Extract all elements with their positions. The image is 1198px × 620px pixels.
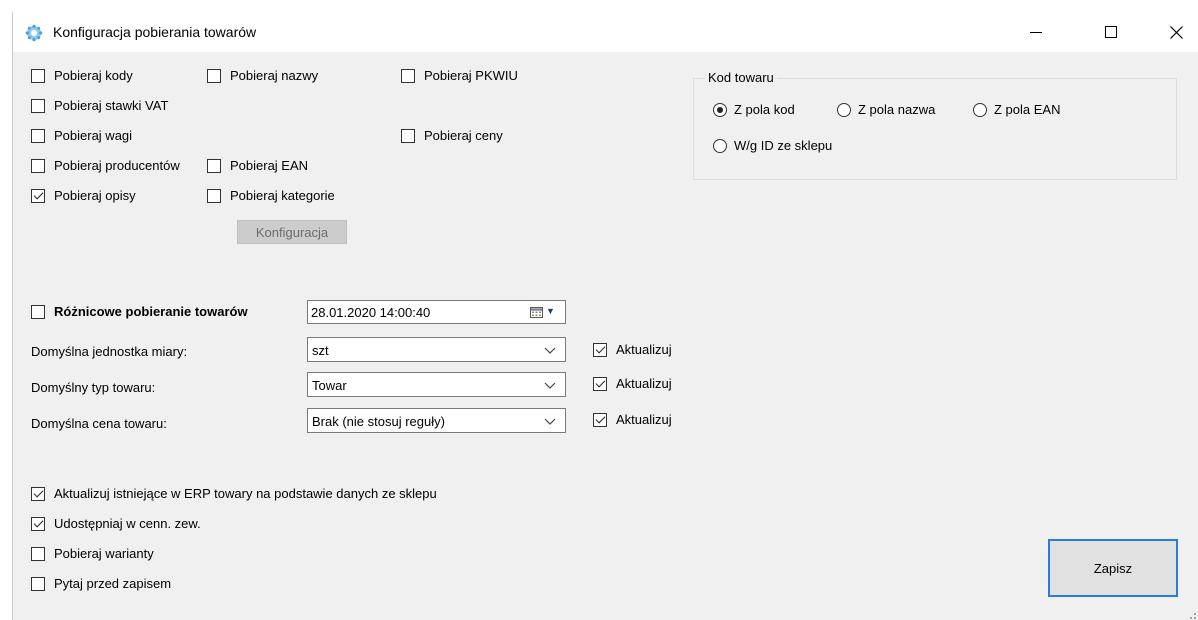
combo-value: szt: [312, 343, 329, 358]
save-button[interactable]: Zapisz: [1048, 539, 1178, 597]
checkbox-box[interactable]: [31, 486, 45, 501]
datetime-picker[interactable]: 28.01.2020 14:00:40 ▼: [307, 300, 566, 324]
close-icon: [1169, 25, 1183, 39]
chevron-down-icon[interactable]: [543, 414, 557, 428]
radio-label: W/g ID ze sklepu: [734, 138, 833, 153]
kod-towaru-group: [693, 78, 1177, 180]
minimize-button[interactable]: [1013, 12, 1059, 52]
checkbox-label: Różnicowe pobieranie towarów: [54, 304, 248, 319]
maximize-icon: [1105, 26, 1117, 38]
radio-label: Z pola nazwa: [858, 102, 936, 117]
radio-label: Z pola kod: [734, 102, 795, 117]
checkbox-pobieraj-opisy[interactable]: Pobieraj opisy: [31, 188, 136, 203]
checkbox-box[interactable]: [593, 376, 607, 391]
title-bar: Konfiguracja pobierania towarów: [13, 12, 1198, 52]
checkbox-pobieraj-kody[interactable]: Pobieraj kody: [31, 68, 133, 83]
checkbox-box[interactable]: [593, 342, 607, 357]
checkbox-box[interactable]: [31, 188, 45, 203]
checkbox-pytaj-przed-zapisem[interactable]: Pytaj przed zapisem: [31, 576, 171, 591]
close-button[interactable]: [1153, 12, 1198, 52]
checkbox-pobieraj-wagi[interactable]: Pobieraj wagi: [31, 128, 132, 143]
checkbox-box[interactable]: [401, 68, 415, 83]
checkbox-box[interactable]: [31, 68, 45, 83]
checkbox-pobieraj-kategorie[interactable]: Pobieraj kategorie: [207, 188, 335, 203]
checkbox-label: Pobieraj kategorie: [230, 188, 335, 203]
checkbox-label: Pobieraj PKWIU: [424, 68, 518, 83]
checkbox-pobieraj-nazwy[interactable]: Pobieraj nazwy: [207, 68, 318, 83]
checkbox-label: Pobieraj EAN: [230, 158, 309, 173]
radio-dot[interactable]: [973, 102, 987, 117]
radio-z-pola-kod[interactable]: Z pola kod: [713, 102, 795, 117]
checkbox-box[interactable]: [207, 68, 221, 83]
window-title: Konfiguracja pobierania towarów: [53, 24, 257, 40]
checkbox-box[interactable]: [207, 188, 221, 203]
calendar-icon[interactable]: [530, 306, 543, 318]
checkbox-pobieraj-stawki-vat[interactable]: Pobieraj stawki VAT: [31, 98, 168, 113]
checkbox-box[interactable]: [593, 412, 607, 427]
checkbox-label: Pobieraj stawki VAT: [54, 98, 169, 113]
checkbox-label: Pobieraj warianty: [54, 546, 154, 561]
checkbox-udostepniaj[interactable]: Udostępniaj w cenn. zew.: [31, 516, 201, 531]
label-domyslna-jednostka: Domyślna jednostka miary:: [31, 344, 188, 359]
radio-z-pola-nazwa[interactable]: Z pola nazwa: [837, 102, 935, 117]
maximize-button[interactable]: [1088, 12, 1134, 52]
checkbox-box[interactable]: [401, 128, 415, 143]
checkbox-aktualizuj-jednostka[interactable]: Aktualizuj: [593, 342, 672, 357]
app-gear-icon: [25, 24, 43, 42]
combo-typ-towaru[interactable]: Towar: [307, 372, 566, 397]
checkbox-label: Pobieraj opisy: [54, 188, 136, 203]
combo-cena-towaru[interactable]: Brak (nie stosuj reguły): [307, 408, 566, 433]
radio-label: Z pola EAN: [994, 102, 1061, 117]
radio-dot[interactable]: [713, 138, 727, 153]
radio-wg-id-ze-sklepu[interactable]: W/g ID ze sklepu: [713, 138, 832, 153]
datetime-value: 28.01.2020 14:00:40: [311, 305, 431, 320]
checkbox-box[interactable]: [31, 158, 45, 173]
label-domyslny-typ: Domyślny typ towaru:: [31, 380, 156, 395]
radio-dot[interactable]: [713, 102, 727, 117]
checkbox-label: Pobieraj kody: [54, 68, 133, 83]
combo-jednostka-miary[interactable]: szt: [307, 337, 566, 362]
checkbox-roznicowe-pobieranie[interactable]: Różnicowe pobieranie towarów: [31, 304, 248, 319]
dropdown-arrow-icon[interactable]: ▼: [546, 306, 555, 316]
checkbox-box[interactable]: [31, 304, 45, 319]
checkbox-box[interactable]: [31, 516, 45, 531]
chevron-down-icon[interactable]: [543, 378, 557, 392]
radio-dot[interactable]: [837, 102, 851, 117]
checkbox-label: Aktualizuj: [616, 342, 672, 357]
chevron-down-icon[interactable]: [543, 343, 557, 357]
configuration-button[interactable]: Konfiguracja: [237, 220, 347, 244]
checkbox-pobieraj-producentow[interactable]: Pobieraj producentów: [31, 158, 180, 173]
checkbox-label: Pobieraj producentów: [54, 158, 180, 173]
checkbox-label: Pobieraj wagi: [54, 128, 133, 143]
checkbox-box[interactable]: [31, 128, 45, 143]
checkbox-label: Udostępniaj w cenn. zew.: [54, 516, 201, 531]
checkbox-box[interactable]: [207, 158, 221, 173]
checkbox-label: Aktualizuj: [616, 412, 672, 427]
checkbox-box[interactable]: [31, 546, 45, 561]
checkbox-pobieraj-ean[interactable]: Pobieraj EAN: [207, 158, 308, 173]
checkbox-pobieraj-pkwiu[interactable]: Pobieraj PKWIU: [401, 68, 518, 83]
combo-value: Towar: [312, 378, 347, 393]
checkbox-aktualizuj-typ[interactable]: Aktualizuj: [593, 376, 672, 391]
minimize-icon: [1030, 31, 1042, 33]
checkbox-pobieraj-warianty[interactable]: Pobieraj warianty: [31, 546, 154, 561]
group-legend: Kod towaru: [705, 70, 777, 85]
label-domyslna-cena: Domyślna cena towaru:: [31, 416, 167, 431]
radio-z-pola-ean[interactable]: Z pola EAN: [973, 102, 1060, 117]
checkbox-aktualizuj-istniejace[interactable]: Aktualizuj istniejące w ERP towary na po…: [31, 486, 437, 501]
checkbox-label: Aktualizuj: [616, 376, 672, 391]
checkbox-label: Aktualizuj istniejące w ERP towary na po…: [54, 486, 437, 501]
checkbox-label: Pobieraj nazwy: [230, 68, 319, 83]
resize-grip-icon[interactable]: [1185, 608, 1197, 620]
checkbox-label: Pobieraj ceny: [424, 128, 503, 143]
checkbox-box[interactable]: [31, 576, 45, 591]
checkbox-pobieraj-ceny[interactable]: Pobieraj ceny: [401, 128, 503, 143]
checkbox-box[interactable]: [31, 98, 45, 113]
checkbox-label: Pytaj przed zapisem: [54, 576, 172, 591]
checkbox-aktualizuj-cena[interactable]: Aktualizuj: [593, 412, 672, 427]
combo-value: Brak (nie stosuj reguły): [312, 414, 445, 429]
config-window: Konfiguracja pobierania towarów Pobieraj…: [12, 12, 1198, 620]
